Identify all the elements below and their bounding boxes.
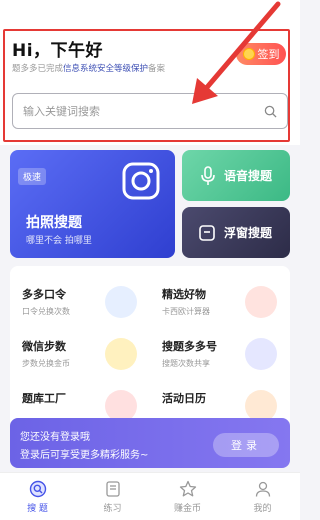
float-search-label: 浮窗搜题: [224, 226, 273, 240]
tool-item[interactable]: 微信步数 步数兑换金币: [10, 318, 150, 370]
tool-title: 活动日历: [162, 392, 206, 405]
gift-icon: [245, 286, 277, 318]
tool-title: 搜题多多号: [162, 340, 217, 353]
tool-item[interactable]: 搜题多多号 搜题次数共享: [150, 318, 290, 370]
tool-title: 微信步数: [22, 340, 66, 353]
photo-search-subtitle: 哪里不会 拍哪里: [26, 236, 92, 246]
duck-icon: [105, 338, 137, 370]
phone-coupon-icon: [105, 286, 137, 318]
tool-title: 多多口令: [22, 288, 66, 301]
annotation-box: [3, 29, 290, 142]
search-tab-icon: [29, 480, 46, 497]
speed-badge: 极速: [18, 168, 47, 185]
float-search-card[interactable]: 浮窗搜题: [182, 207, 290, 258]
tool-item[interactable]: 多多口令 口令兑换次数: [10, 266, 150, 318]
voice-search-card[interactable]: 语音搜题: [182, 150, 290, 201]
tab-profile[interactable]: 我的: [225, 473, 300, 520]
login-banner: 您还没有登录哦 登录后可享受更多精彩服务~ 登录: [10, 418, 290, 468]
tab-earn-coins[interactable]: 赚金币: [150, 473, 225, 520]
star-icon: [179, 480, 196, 496]
share-icon: [245, 338, 277, 370]
camera-icon: [122, 162, 160, 200]
tool-subtitle: 步数兑换金币: [22, 359, 70, 368]
header: Hi，下午好 签到 题多多已完成信息系统安全等级保护备案 输入关键词搜索: [0, 0, 300, 145]
tools-grid: 多多口令 口令兑换次数 精选好物 卡西欧计算器 微信步数 步数兑换金币 搜题多多…: [10, 266, 290, 422]
tool-item[interactable]: 题库工厂: [10, 370, 150, 422]
tool-title: 题库工厂: [22, 392, 66, 405]
tool-subtitle: 卡西欧计算器: [162, 307, 210, 316]
book-icon: [105, 480, 120, 497]
window-icon: [199, 224, 215, 241]
tab-label: 赚金币: [173, 503, 201, 514]
login-hint: 您还没有登录哦: [20, 432, 90, 443]
tool-item[interactable]: 精选好物 卡西欧计算器: [150, 266, 290, 318]
tab-label: 练习: [103, 503, 122, 514]
tab-practice[interactable]: 练习: [75, 473, 150, 520]
tool-item[interactable]: 活动日历: [150, 370, 290, 422]
login-benefit: 登录后可享受更多精彩服务~: [20, 450, 149, 461]
tool-title: 精选好物: [162, 288, 206, 301]
photo-search-title: 拍照搜题: [26, 215, 82, 231]
tab-search[interactable]: 搜 题: [0, 473, 75, 520]
login-button[interactable]: 登录: [213, 433, 279, 457]
bottom-tab-bar: 搜 题 练习 赚金币 我的: [0, 472, 300, 520]
tool-subtitle: 搜题次数共享: [162, 359, 210, 368]
microphone-icon: [201, 165, 215, 185]
tab-label: 搜 题: [27, 503, 48, 514]
tab-label: 我的: [253, 503, 272, 514]
user-icon: [255, 481, 270, 497]
tool-subtitle: 口令兑换次数: [22, 307, 70, 316]
voice-search-label: 语音搜题: [224, 169, 273, 183]
